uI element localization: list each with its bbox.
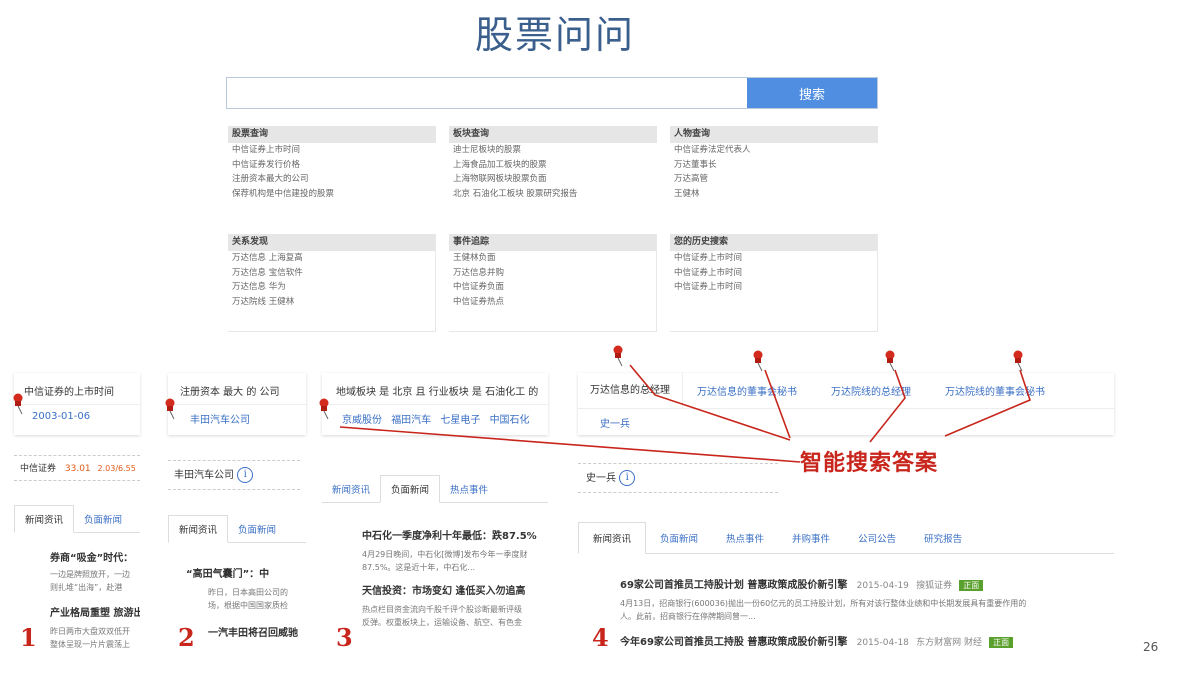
arrow-line — [629, 364, 791, 441]
pushpin-icon — [165, 398, 175, 420]
pushpin-icon — [319, 398, 329, 420]
pushpin-icon — [753, 350, 763, 372]
page-number: 26 — [1143, 640, 1159, 654]
arrow-line — [944, 369, 1031, 437]
pushpin-icon — [885, 350, 895, 372]
pushpin-icon — [613, 345, 623, 367]
arrow-line — [764, 369, 791, 439]
pushpin-icon — [1013, 350, 1023, 372]
annotation-label: 智能搜索答案 — [800, 451, 939, 476]
arrow-line — [339, 426, 801, 463]
arrow-line — [869, 369, 906, 443]
pushpin-icon — [13, 393, 23, 415]
annotation-arrows — [339, 364, 1031, 463]
